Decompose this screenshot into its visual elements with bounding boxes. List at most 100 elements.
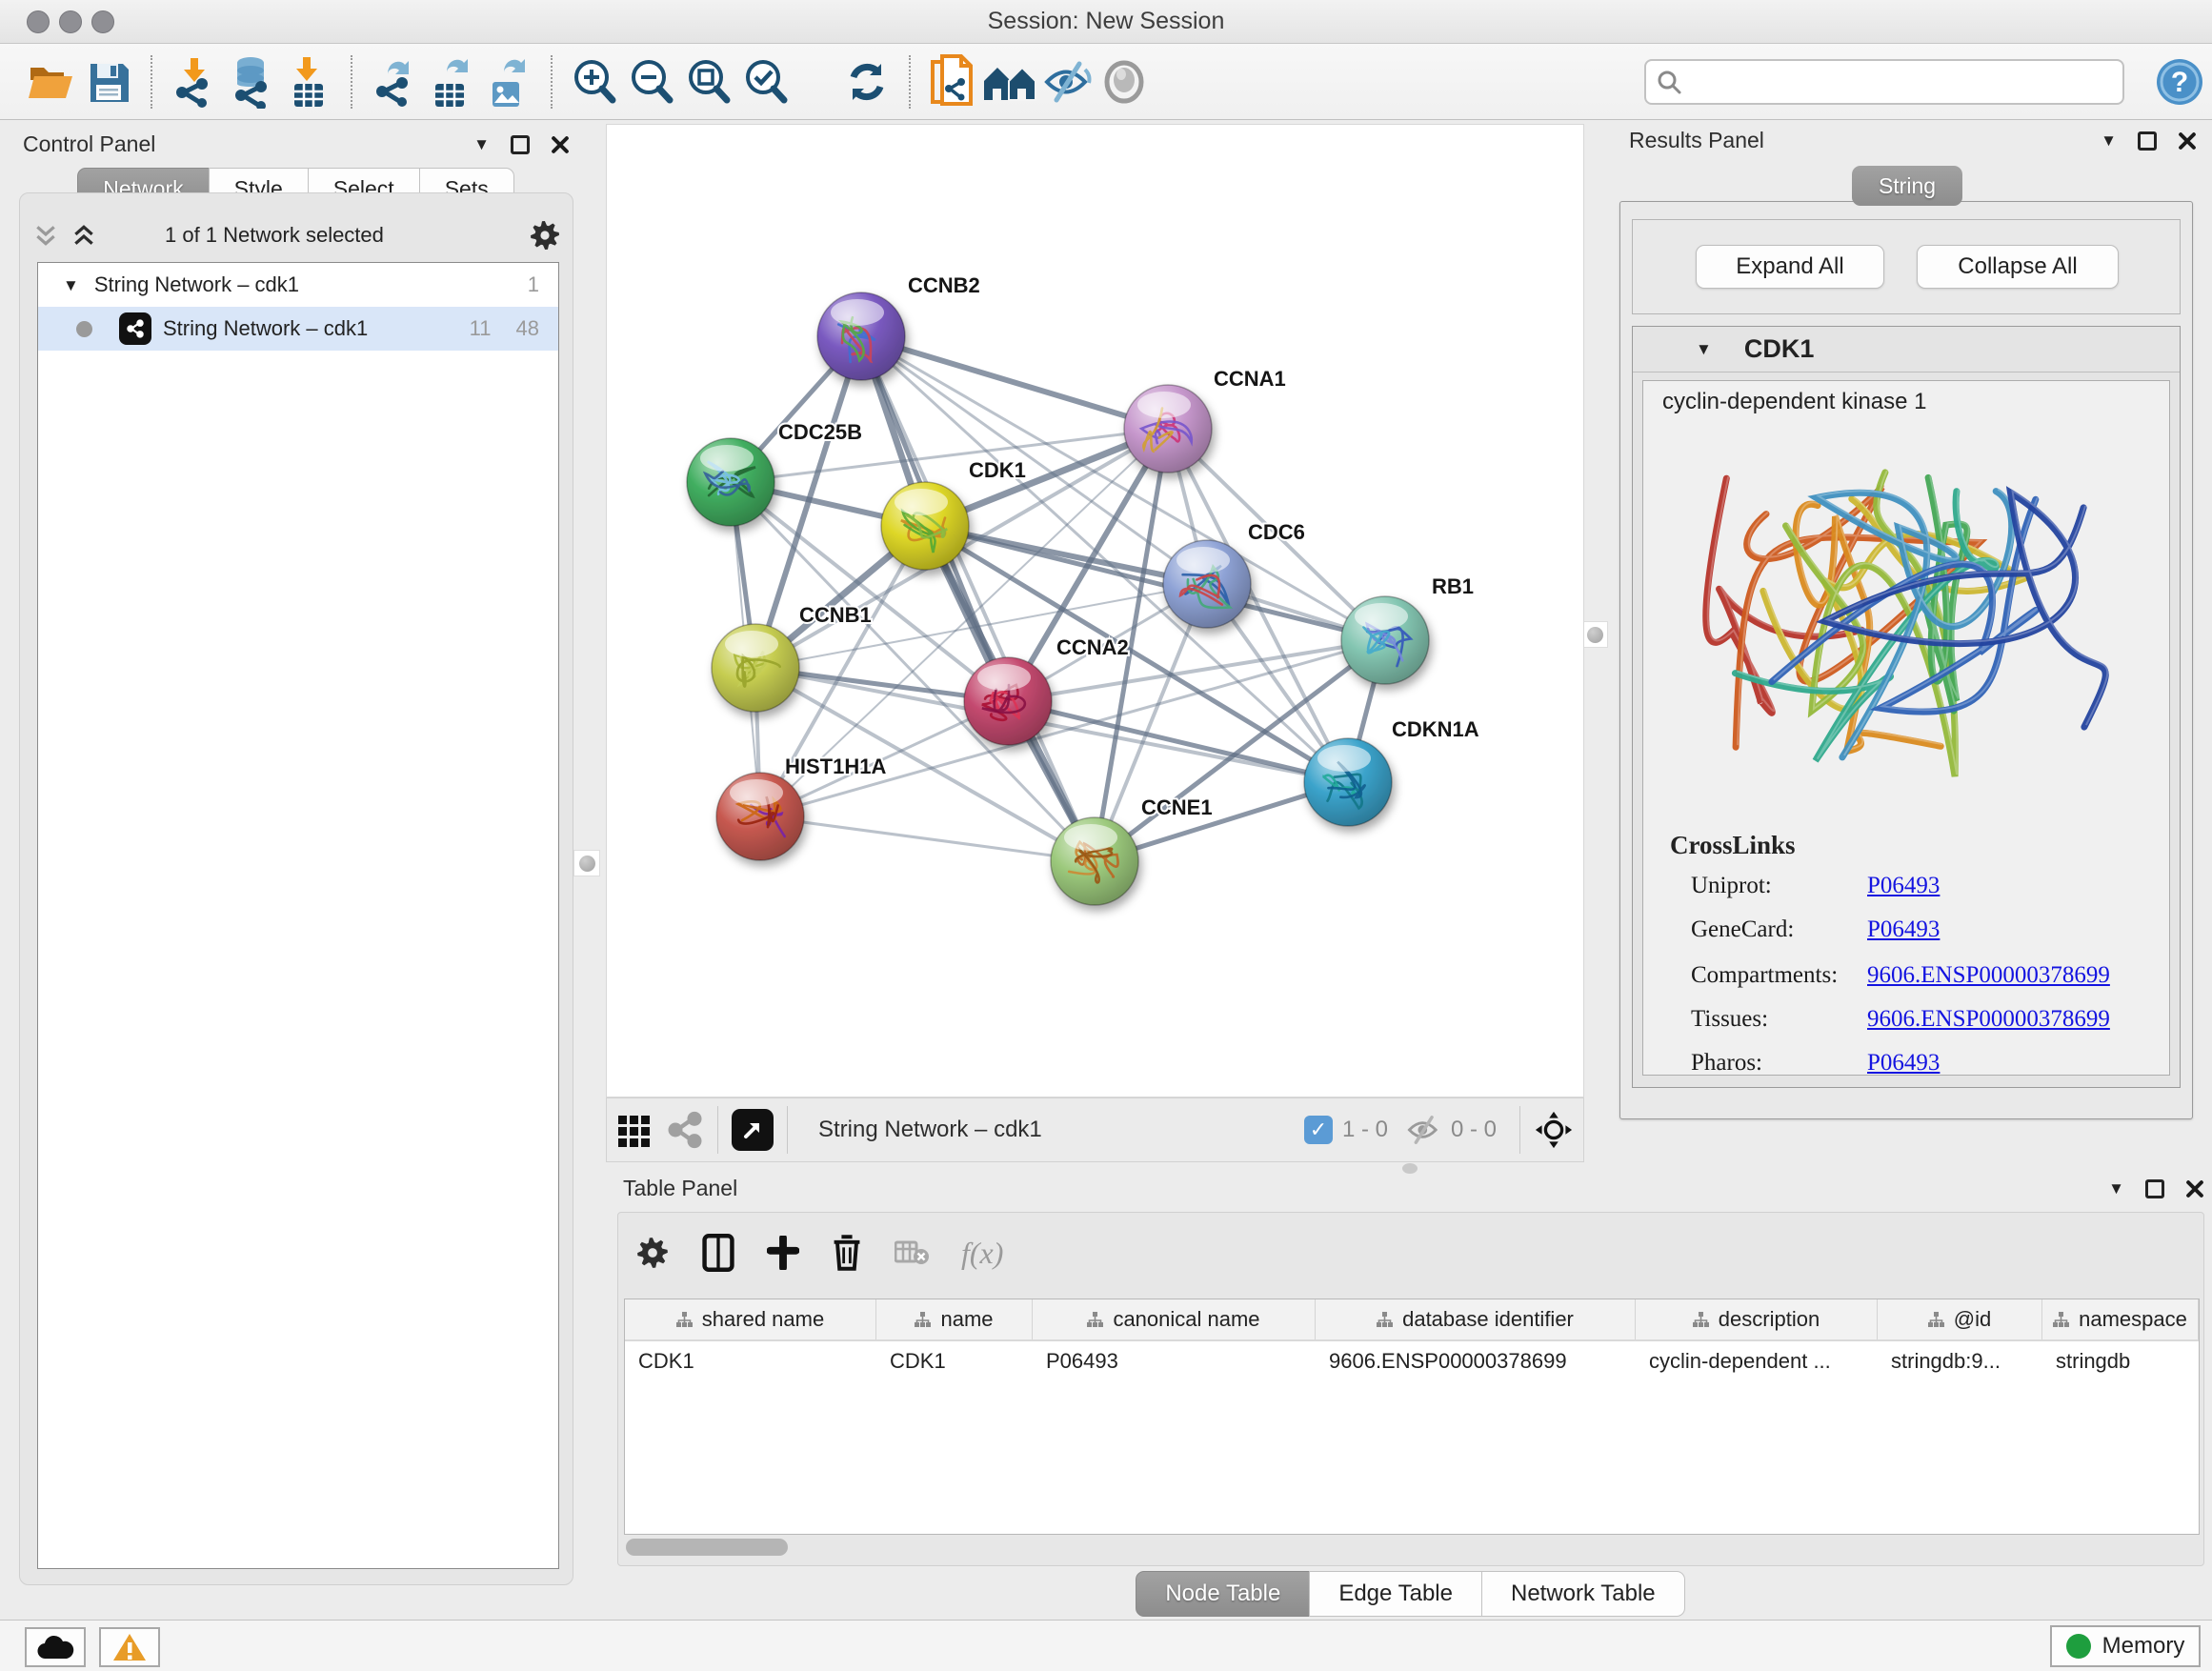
horizontal-scrollbar-thumb[interactable] <box>626 1539 788 1556</box>
cloud-status-button[interactable] <box>25 1627 86 1667</box>
export-table-button[interactable] <box>423 53 480 111</box>
control-panel-close-icon[interactable] <box>551 135 570 154</box>
search-input[interactable] <box>1644 59 2124 105</box>
crosslink-link[interactable]: P06493 <box>1867 873 1940 899</box>
network-view-toolbar: String Network – cdk1 ✓ 1 - 0 0 - 0 <box>606 1097 1584 1162</box>
expand-all-button[interactable]: Expand All <box>1696 245 1884 289</box>
string-document-button[interactable] <box>924 53 981 111</box>
horizontal-splitter-handle[interactable] <box>1402 1163 1418 1174</box>
crosslink-row: GeneCard:P06493 <box>1691 916 2148 943</box>
hide-glass-button[interactable] <box>1038 53 1096 111</box>
table-panel-maximize-button[interactable] <box>2145 1179 2164 1198</box>
memory-button[interactable]: Memory <box>2050 1625 2201 1667</box>
create-column-icon[interactable] <box>767 1236 799 1270</box>
import-network-file-button[interactable] <box>166 53 223 111</box>
table-panel-body: f(x) shared namenamecanonical namedataba… <box>617 1212 2204 1566</box>
results-panel-float-button[interactable]: ▼ <box>2101 132 2117 149</box>
delete-table-icon[interactable] <box>895 1239 929 1266</box>
table-cell[interactable]: CDK1 <box>876 1341 1033 1383</box>
toolbar-separator <box>151 55 152 109</box>
warning-status-button[interactable] <box>99 1627 160 1667</box>
save-icon <box>87 60 131 104</box>
collapse-all-button[interactable]: Collapse All <box>1917 245 2119 289</box>
fit-content-crosshair-icon[interactable] <box>1534 1110 1574 1150</box>
column-header-canonical-name[interactable]: canonical name <box>1033 1299 1316 1339</box>
network-row[interactable]: String Network – cdk1 11 48 <box>38 307 558 351</box>
network-label: String Network – cdk1 <box>163 316 368 341</box>
network-canvas[interactable]: CCNB2CCNA1CDC25BCDK1CDC6RB1CCNB1CCNA2CDK… <box>606 124 1584 1097</box>
function-builder-button[interactable]: f(x) <box>961 1236 1003 1271</box>
column-header-database-identifier[interactable]: database identifier <box>1316 1299 1636 1339</box>
tab-node-table[interactable]: Node Table <box>1136 1571 1310 1617</box>
import-table-file-button[interactable] <box>280 53 337 111</box>
table-cell[interactable]: stringdb:9... <box>1878 1341 2042 1383</box>
collapse-all-icon[interactable] <box>33 223 58 248</box>
crosslink-link[interactable]: P06493 <box>1867 1050 1940 1077</box>
crosslink-link[interactable]: P06493 <box>1867 916 1940 943</box>
table-cell[interactable]: 9606.ENSP00000378699 <box>1316 1341 1636 1383</box>
expand-all-icon[interactable] <box>71 223 96 248</box>
collection-expand-icon[interactable]: ▼ <box>63 277 79 293</box>
table-cell[interactable]: CDK1 <box>625 1341 876 1383</box>
column-header-shared-name[interactable]: shared name <box>625 1299 876 1339</box>
results-panel-maximize-button[interactable] <box>2138 131 2157 151</box>
save-session-button[interactable] <box>80 53 137 111</box>
table-cell[interactable]: stringdb <box>2042 1341 2199 1383</box>
crosslink-link[interactable]: 9606.ENSP00000378699 <box>1867 1006 2110 1033</box>
help-button[interactable]: ? <box>2155 57 2204 111</box>
tab-network-table[interactable]: Network Table <box>1481 1571 1685 1617</box>
show-glass-button[interactable] <box>1096 53 1153 111</box>
show-columns-icon[interactable] <box>702 1234 734 1272</box>
warning-icon <box>112 1632 147 1662</box>
selected-nodes-checkbox[interactable]: ✓ <box>1304 1116 1333 1144</box>
zoom-in-button[interactable] <box>566 53 623 111</box>
crosslink-link[interactable]: 9606.ENSP00000378699 <box>1867 962 2110 989</box>
table-cell[interactable]: P06493 <box>1033 1341 1316 1383</box>
attribute-icon <box>915 1312 931 1328</box>
birdseye-grid-icon[interactable] <box>616 1112 653 1148</box>
open-session-button[interactable] <box>23 53 80 111</box>
hidden-eye-slash-icon[interactable] <box>1405 1115 1441 1145</box>
results-panel: Results Panel ▼ String Expand All Collap… <box>1610 120 2212 1162</box>
table-cell[interactable]: cyclin-dependent ... <box>1636 1341 1878 1383</box>
table-options-gear-icon[interactable] <box>635 1236 670 1270</box>
zoom-out-button[interactable] <box>623 53 680 111</box>
tab-edge-table[interactable]: Edge Table <box>1309 1571 1482 1617</box>
table-panel-float-button[interactable]: ▼ <box>2108 1180 2124 1197</box>
network-collection-row[interactable]: ▼ String Network – cdk1 1 <box>38 263 558 307</box>
left-splitter-handle[interactable] <box>573 850 600 876</box>
column-header-name[interactable]: name <box>876 1299 1033 1339</box>
right-splitter-handle[interactable] <box>1581 621 1608 648</box>
table-panel-close-icon[interactable] <box>2185 1179 2204 1198</box>
table-panel-title: Table Panel <box>623 1176 737 1201</box>
import-network-database-button[interactable] <box>223 53 280 111</box>
zoom-fit-button[interactable] <box>680 53 737 111</box>
export-image-button[interactable] <box>480 53 537 111</box>
selected-counts: 1 - 0 <box>1342 1117 1388 1143</box>
apply-layout-button[interactable] <box>838 53 895 111</box>
collection-label: String Network – cdk1 <box>94 272 299 297</box>
column-header--id[interactable]: @id <box>1878 1299 2042 1339</box>
export-network-button[interactable] <box>366 53 423 111</box>
network-options-gear-icon[interactable] <box>529 219 561 252</box>
open-folder-icon <box>27 60 76 104</box>
string-network-graph[interactable]: CCNB2CCNA1CDC25BCDK1CDC6RB1CCNB1CCNA2CDK… <box>607 125 1583 1097</box>
zoom-selected-button[interactable] <box>737 53 794 111</box>
attribute-icon <box>1087 1312 1103 1328</box>
table-row[interactable]: CDK1CDK1P064939606.ENSP00000378699cyclin… <box>625 1341 2199 1383</box>
string-home-button[interactable] <box>981 53 1038 111</box>
network-overview-icon[interactable] <box>666 1111 704 1149</box>
results-panel-close-icon[interactable] <box>2178 131 2197 151</box>
gene-expand-icon[interactable]: ▼ <box>1696 341 1712 357</box>
control-panel-maximize-button[interactable] <box>511 135 530 154</box>
network-panel-body: 1 of 1 Network selected ▼ String Network… <box>19 192 573 1585</box>
tab-string[interactable]: String <box>1852 166 1962 206</box>
control-panel-float-button[interactable]: ▼ <box>473 136 490 152</box>
network-node-label: CCNA1 <box>1214 367 1286 391</box>
export-image-icon <box>485 55 533 109</box>
gene-section-header[interactable]: ▼ CDK1 <box>1633 327 2180 372</box>
column-header-description[interactable]: description <box>1636 1299 1878 1339</box>
delete-column-icon[interactable] <box>832 1235 862 1271</box>
open-in-window-button[interactable] <box>732 1109 774 1151</box>
column-header-namespace[interactable]: namespace <box>2042 1299 2199 1339</box>
